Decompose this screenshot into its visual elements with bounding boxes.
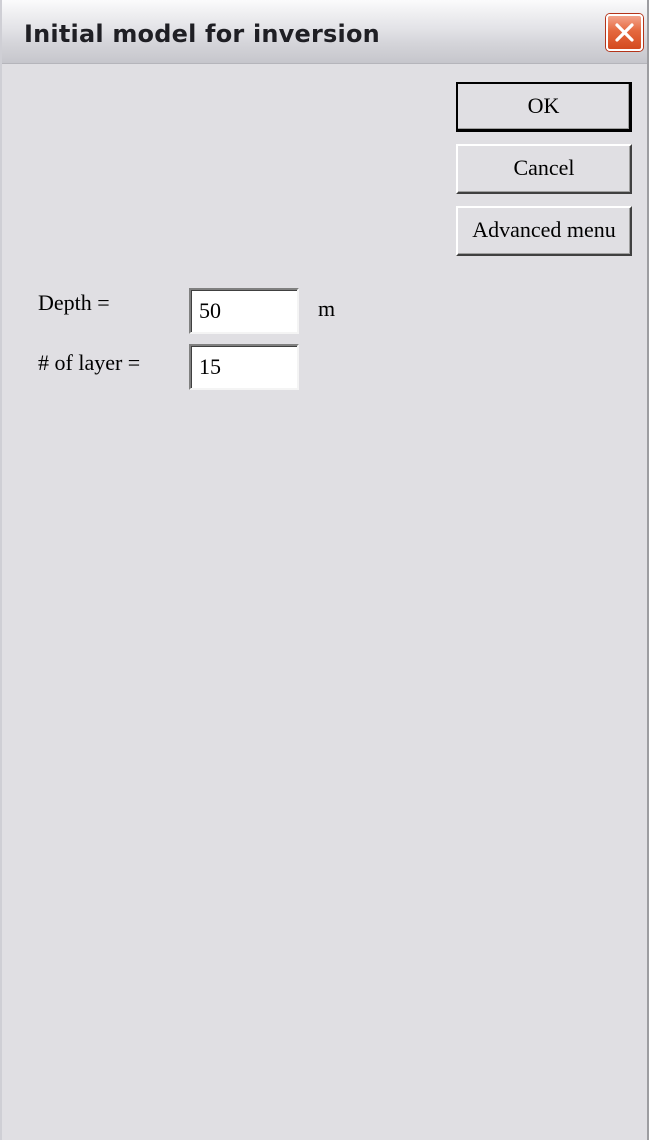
close-icon <box>615 23 634 42</box>
ok-button[interactable]: OK <box>456 82 632 132</box>
depth-unit-label: m <box>318 296 336 321</box>
advanced-menu-button[interactable]: Advanced menu <box>456 206 632 256</box>
dialog-window: Initial model for inversion OK Cancel Ad… <box>0 0 649 1140</box>
depth-field[interactable] <box>189 288 299 334</box>
title-bar[interactable]: Initial model for inversion <box>2 0 647 64</box>
close-button[interactable] <box>606 14 643 51</box>
depth-label: Depth = <box>38 290 110 315</box>
layers-field[interactable] <box>189 344 299 390</box>
layers-label: # of layer = <box>38 350 141 375</box>
window-title: Initial model for inversion <box>24 20 380 48</box>
dialog-body: OK Cancel Advanced menu Depth = m # of l… <box>2 64 647 1140</box>
cancel-button[interactable]: Cancel <box>456 144 632 194</box>
